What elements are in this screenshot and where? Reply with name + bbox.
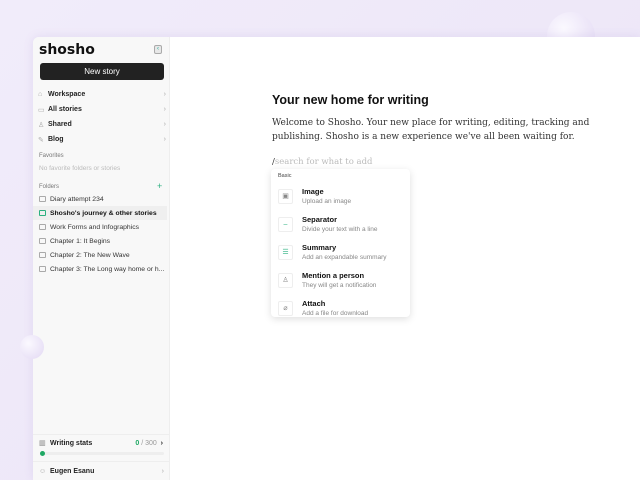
page-title[interactable]: Your new home for writing [272,93,429,107]
folder-icon [39,238,46,244]
menu-item-image[interactable]: ▣ Image Upload an image [271,182,410,210]
chevron-right-icon: › [160,439,163,447]
favorites-empty: No favorite folders or stories [39,165,121,172]
nav-item-blog[interactable]: ✎ Blog › [38,132,166,147]
nav-item-shared[interactable]: ♙ Shared › [38,117,166,132]
chevron-right-icon: › [163,91,166,98]
folder-item[interactable]: Chapter 1: It Begins [33,234,170,248]
document-icon: ▭ [38,106,45,114]
nav-item-all-stories[interactable]: ▭ All stories › [38,102,166,117]
pen-icon: ✎ [38,136,44,144]
chevron-right-icon: › [163,106,166,113]
menu-item-summary[interactable]: ☰ Summary Add an expandable summary [271,238,410,266]
menu-item-mention[interactable]: ♙ Mention a person They will get a notific… [271,266,410,294]
logo: shosho [39,42,95,58]
folder-icon [39,224,46,230]
folder-item[interactable]: Chapter 3: The Long way home or h... [33,262,170,276]
mention-icon: ♙ [278,272,293,288]
writing-stats[interactable]: ▥ Writing stats 0 / 300 › [33,434,170,460]
chevron-right-icon: › [161,467,164,475]
editor[interactable]: Your new home for writing Welcome to Sho… [170,37,640,480]
decor-circle [20,335,44,359]
users-icon: ♙ [38,121,45,129]
folder-icon [39,210,46,216]
folder-item[interactable]: Work Forms and Infographics [33,220,170,234]
home-icon: ⌂ [38,91,43,98]
folder-icon [39,196,46,202]
folder-item[interactable]: Diary attempt 234 [33,192,170,206]
folder-icon [39,252,46,258]
collapse-sidebar-icon[interactable]: ‹ [154,45,162,54]
stats-icon: ▥ [39,440,46,447]
paperclip-icon: ⌀ [278,300,293,316]
user-menu[interactable]: ☺ Eugen Esanu › [33,461,170,480]
summary-icon: ☰ [278,244,293,260]
app-window: shosho ‹ New story ⌂ Workspace › ▭ All stor… [33,37,640,480]
chevron-right-icon: › [163,121,166,128]
add-folder-button[interactable]: + [157,181,162,191]
sidebar: shosho ‹ New story ⌂ Workspace › ▭ All stor… [33,37,170,480]
menu-item-attach[interactable]: ⌀ Attach Add a file for download [271,294,410,317]
menu-item-separator[interactable]: – Separator Divide your text with a line [271,210,410,238]
nav-item-workspace[interactable]: ⌂ Workspace › [38,87,166,102]
separator-icon: – [278,216,293,232]
writing-progress-bar [40,451,164,456]
avatar-icon: ☺ [39,467,47,475]
chevron-right-icon: › [163,136,166,143]
menu-section-basic: Basic [278,173,292,179]
folder-item[interactable]: Shosho's journey & other stories [33,206,167,220]
new-story-button[interactable]: New story [40,63,164,80]
progress-indicator [40,451,45,456]
slash-command-input[interactable]: /search for what to add [272,157,372,167]
folder-icon [39,266,46,272]
image-icon: ▣ [278,188,293,204]
insert-menu: Basic ▣ Image Upload an image – Separator Di… [271,169,410,317]
intro-text[interactable]: Welcome to Shosho. Your new place for wr… [272,116,612,144]
favorites-heading: Favorites [39,153,64,159]
folders-heading: Folders [39,184,60,190]
folder-item[interactable]: Chapter 2: The New Wave [33,248,170,262]
